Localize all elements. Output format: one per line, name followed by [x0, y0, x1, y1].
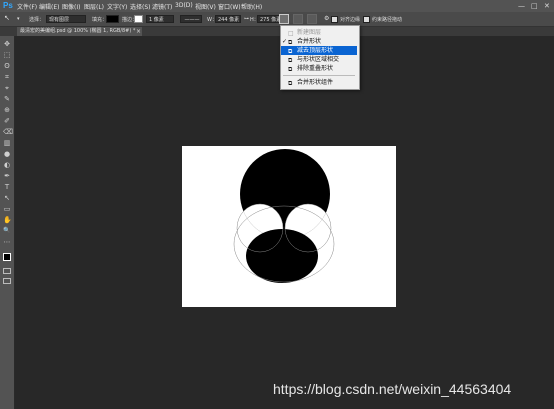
- shape-tool-icon[interactable]: ▭: [3, 205, 11, 213]
- maximize-icon[interactable]: □: [531, 2, 538, 10]
- menu-3d[interactable]: 3D(D): [175, 2, 193, 9]
- stroke-swatch[interactable]: [134, 15, 143, 23]
- menu-item-new-layer[interactable]: □ 新建图层: [281, 28, 357, 37]
- pen-tool-icon[interactable]: ✒: [3, 172, 11, 180]
- options-bar: ↖ ▾ 选择： 现有图层 填充： 描边： 1 像素 ——— W： 244 像素 …: [0, 12, 554, 27]
- menu-item-intersect-shapes[interactable]: ⧉ 与形状区域相交: [281, 55, 357, 64]
- menu-item-subtract-front-shape[interactable]: ⧉ 减去顶层形状: [281, 46, 357, 55]
- hand-tool-icon[interactable]: ✋: [3, 216, 12, 224]
- align-edges-label: 对齐边缘: [340, 17, 361, 23]
- path-selection-tool-icon[interactable]: ↖: [3, 194, 11, 202]
- pick-label: 选择：: [29, 17, 45, 23]
- path-operations-menu: □ 新建图层 ✓ ⧉ 合并形状 ⧉ 减去顶层形状 ⧉ 与形状区域相交 ⧉ 排除重…: [280, 25, 360, 90]
- bottom-ellipse-shape: [246, 229, 318, 283]
- menu-view[interactable]: 视图(V): [195, 2, 216, 11]
- exclude-shapes-icon: ⧉: [288, 66, 293, 73]
- shape-layer[interactable]: [182, 146, 396, 307]
- pick-select[interactable]: 现有图层: [46, 15, 86, 23]
- more-tools-icon[interactable]: ⋯: [3, 238, 11, 246]
- screen-mode-icon[interactable]: [3, 278, 11, 284]
- document-tab[interactable]: 最清宏的美编组.psd @ 100% (椭圆 1, RGB/8#) *: [17, 27, 142, 36]
- link-icon[interactable]: ⊶: [244, 16, 249, 22]
- fill-label: 填充：: [92, 17, 108, 23]
- fill-swatch[interactable]: [106, 15, 119, 23]
- crop-tool-icon[interactable]: ⌖: [3, 84, 11, 92]
- marquee-tool-icon[interactable]: ⬚: [3, 51, 11, 59]
- path-select-icon[interactable]: ↖: [4, 14, 10, 22]
- gradient-tool-icon[interactable]: ▥: [3, 139, 11, 147]
- menu-bar: Ps 文件(F) 编辑(E) 图像(I) 图层(L) 文字(Y) 选择(S) 滤…: [0, 0, 554, 12]
- dodge-tool-icon[interactable]: ◐: [3, 161, 11, 169]
- path-alignment-button[interactable]: [293, 14, 303, 24]
- menu-window[interactable]: 窗口(W): [218, 2, 241, 11]
- merge-components-icon: ⧉: [288, 80, 293, 87]
- watermark-text: https://blog.csdn.net/weixin_44563404: [273, 381, 512, 397]
- eraser-tool-icon[interactable]: ⌫: [3, 128, 13, 136]
- menu-edit[interactable]: 编辑(E): [39, 2, 59, 11]
- photoshop-logo: Ps: [3, 1, 13, 10]
- tab-close-icon[interactable]: ×: [136, 28, 141, 35]
- menu-help[interactable]: 帮助(H): [241, 2, 262, 11]
- menu-type[interactable]: 文字(Y): [107, 2, 127, 11]
- check-icon: ✓: [282, 38, 288, 45]
- menu-image[interactable]: 图像(I): [62, 2, 80, 11]
- quick-mask-icon[interactable]: [3, 268, 11, 274]
- quick-select-tool-icon[interactable]: ⌗: [3, 73, 11, 81]
- menu-item-exclude-overlapping[interactable]: ⧉ 排除重叠形状: [281, 64, 357, 73]
- brush-tool-icon[interactable]: ✐: [3, 117, 11, 125]
- menu-filter[interactable]: 滤镜(T): [152, 2, 172, 11]
- blur-tool-icon[interactable]: ●: [3, 150, 11, 158]
- path-operations-button[interactable]: [279, 14, 289, 24]
- stroke-width-field[interactable]: 1 像素: [146, 15, 174, 23]
- move-tool-icon[interactable]: ✥: [3, 40, 11, 48]
- close-icon[interactable]: ✕: [544, 2, 550, 10]
- minimize-icon[interactable]: —: [518, 2, 525, 10]
- zoom-tool-icon[interactable]: 🔍: [3, 227, 11, 235]
- lasso-tool-icon[interactable]: ʘ: [3, 62, 11, 70]
- stroke-type-select[interactable]: ———: [180, 15, 202, 23]
- menu-item-merge-shape-components[interactable]: ⧉ 合并形状组件: [281, 78, 357, 87]
- document-tab-title: 最清宏的美编组.psd @ 100% (椭圆 1, RGB/8#) *: [20, 28, 136, 34]
- menu-item-combine-shapes[interactable]: ✓ ⧉ 合并形状: [281, 37, 357, 46]
- foreground-color-swatch[interactable]: [3, 253, 11, 261]
- menu-separator: [283, 75, 355, 76]
- menu-select[interactable]: 选择(S): [130, 2, 151, 11]
- constrain-paths-label: 约束路径拖动: [372, 17, 403, 23]
- tools-panel: ✥ ⬚ ʘ ⌗ ⌖ ✎ ⊕ ✐ ⌫ ▥ ● ◐ ✒ T ↖ ▭ ✋ 🔍 ⋯: [0, 36, 15, 409]
- healing-brush-tool-icon[interactable]: ⊕: [3, 106, 11, 114]
- settings-gear-icon[interactable]: ⚙: [324, 15, 329, 22]
- document-tab-bar: 最清宏的美编组.psd @ 100% (椭圆 1, RGB/8#) * ×: [0, 27, 554, 36]
- menu-file[interactable]: 文件(F): [17, 2, 37, 11]
- tool-preset-chevron-icon[interactable]: ▾: [17, 16, 20, 22]
- width-field[interactable]: 244 像素: [215, 15, 241, 23]
- document-canvas[interactable]: [182, 146, 396, 307]
- type-tool-icon[interactable]: T: [3, 183, 11, 191]
- eyedropper-tool-icon[interactable]: ✎: [3, 95, 11, 103]
- path-arrangement-button[interactable]: [307, 14, 317, 24]
- align-edges-checkbox[interactable]: [331, 16, 338, 23]
- constrain-paths-checkbox[interactable]: [363, 16, 370, 23]
- menu-layer[interactable]: 图层(L): [84, 2, 104, 11]
